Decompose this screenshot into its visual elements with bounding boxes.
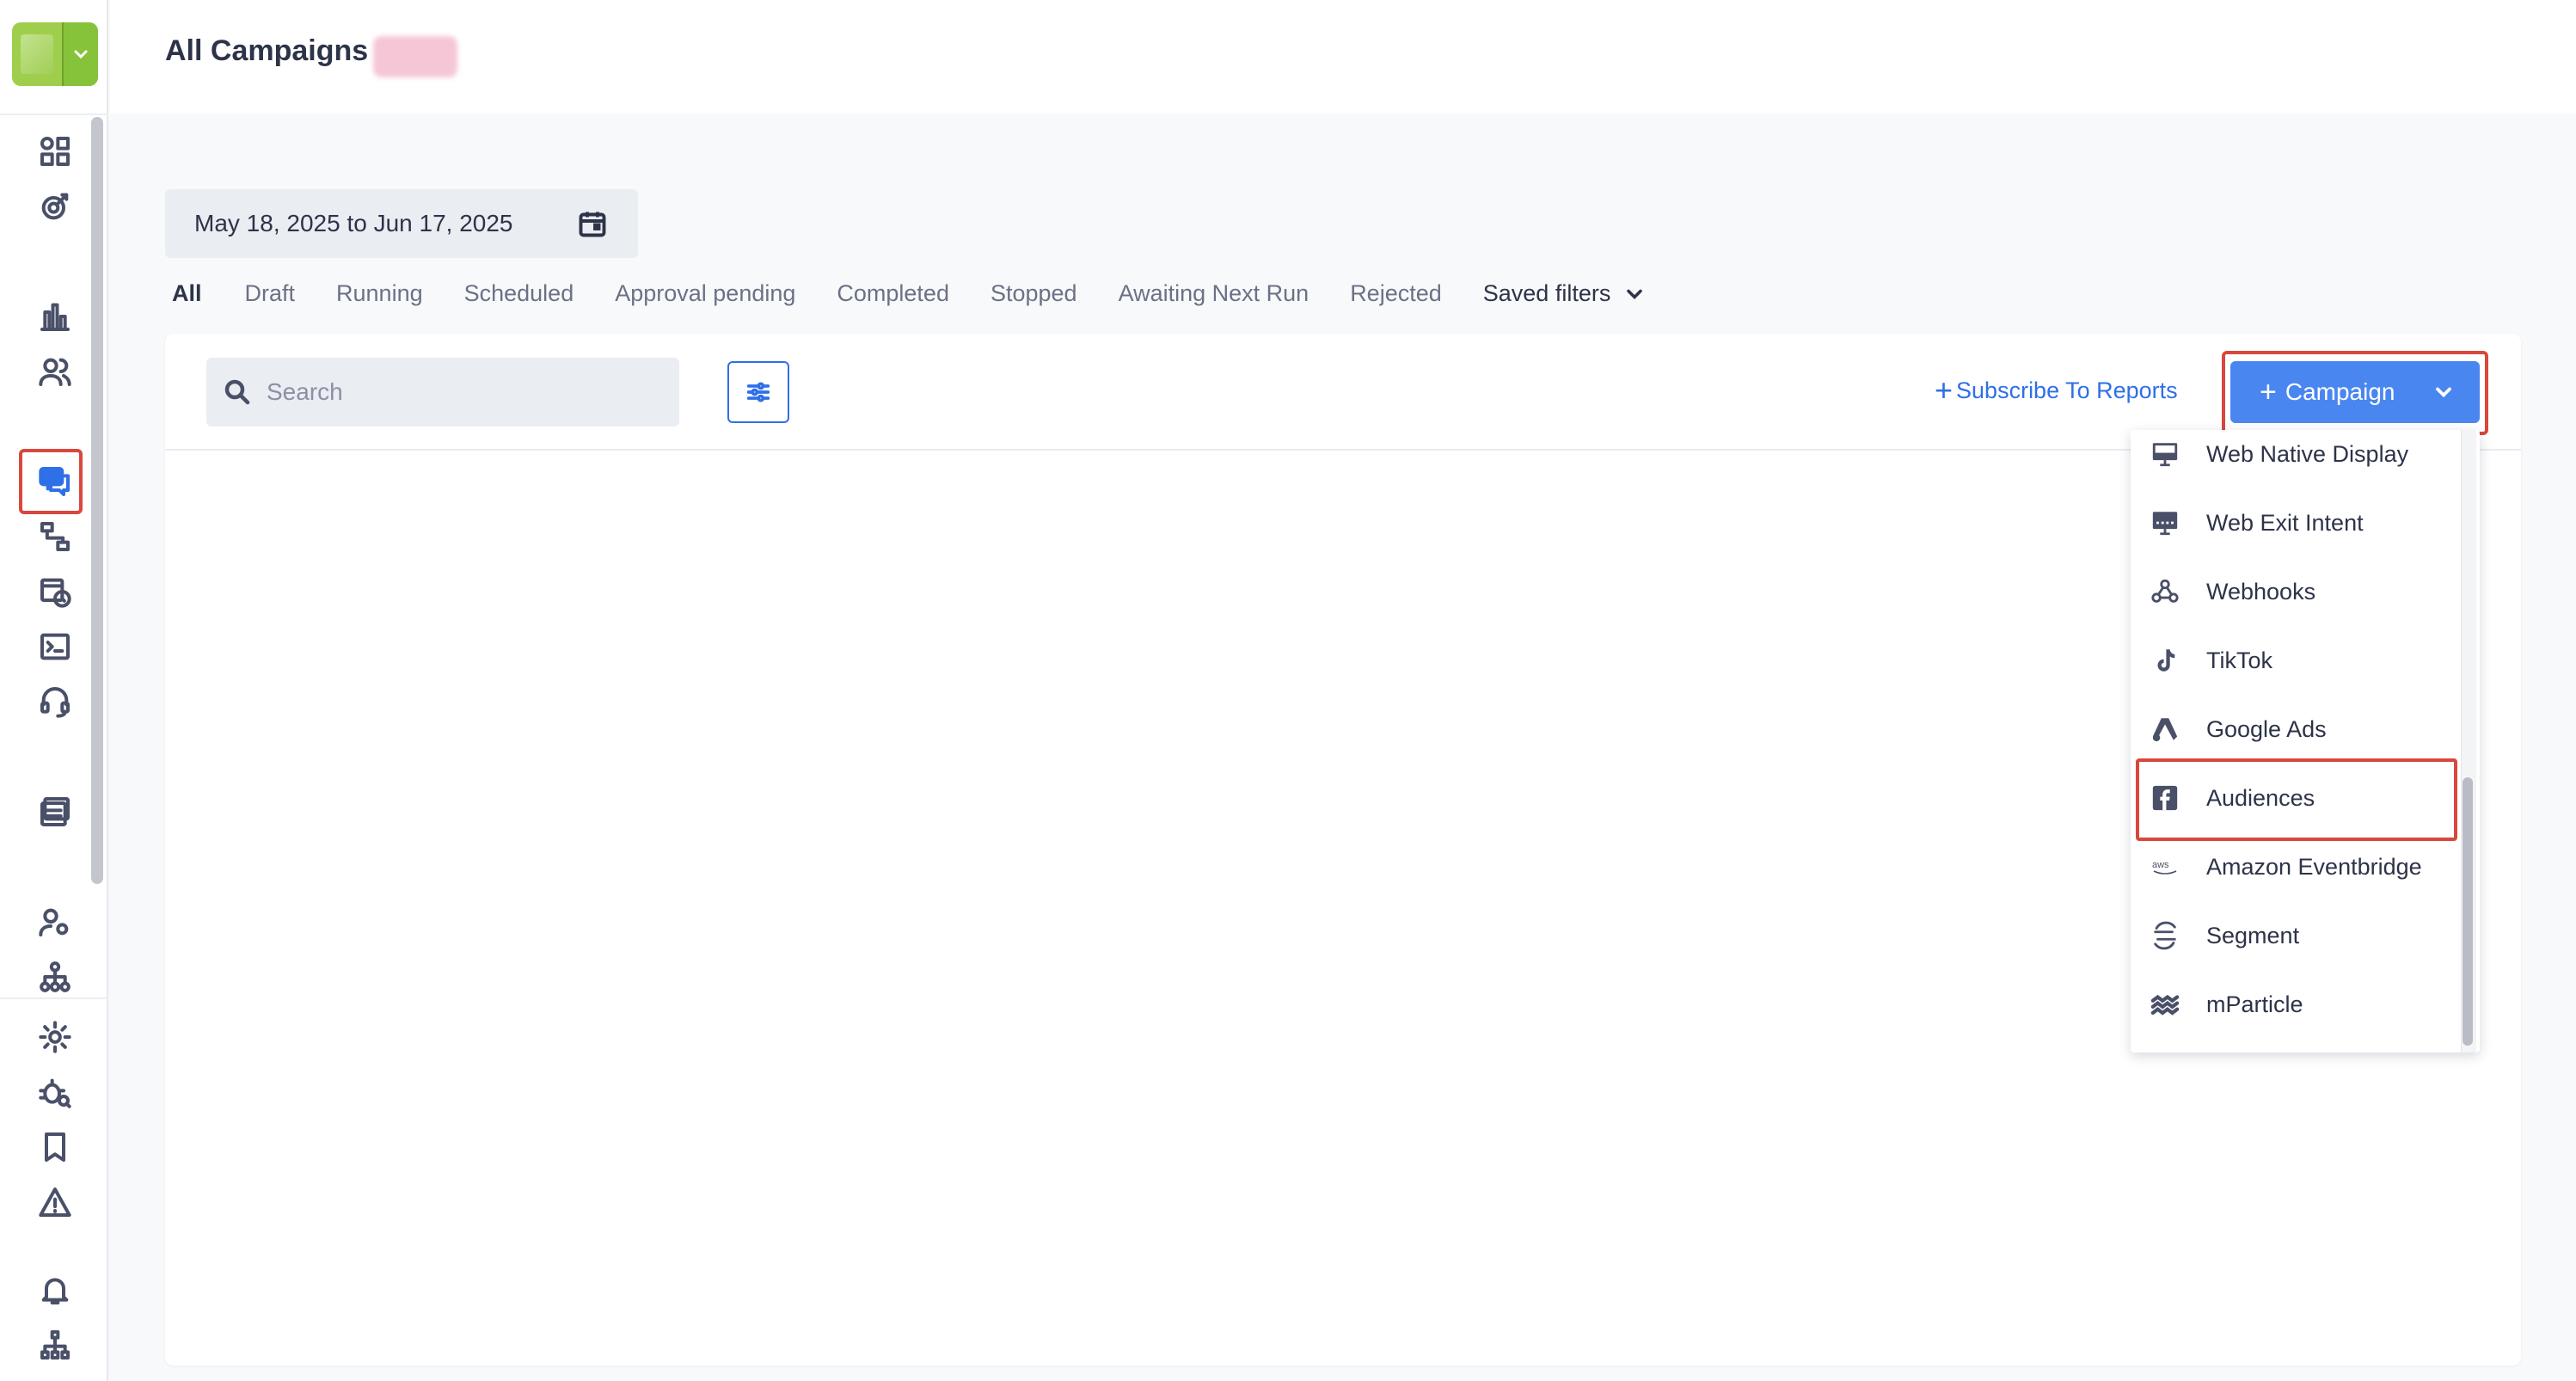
aws-icon: aws [2150,851,2180,882]
date-range-picker[interactable]: May 18, 2025 to Jun 17, 2025 [165,189,638,258]
page-header: All Campaigns [110,0,2576,114]
search-icon [222,377,253,408]
tab-scheduled[interactable]: Scheduled [464,280,574,307]
tab-completed[interactable]: Completed [837,280,949,307]
tab-stopped[interactable]: Stopped [991,280,1077,307]
tab-running[interactable]: Running [336,280,423,307]
campaigns-nav-highlight [19,449,83,514]
campaign-type-menu: Web Native Display Web Exit Intent Webho… [2131,430,2480,1053]
aws-logo-text: aws [2152,860,2169,870]
user-settings-icon[interactable] [34,901,76,942]
subscribe-to-reports-link[interactable]: + Subscribe To Reports [1935,375,2178,406]
analytics-icon[interactable] [34,296,76,337]
filter-button[interactable] [727,361,789,423]
sliders-icon [746,382,770,402]
mparticle-icon [2150,989,2180,1020]
menu-item-web-exit-intent[interactable]: Web Exit Intent [2131,488,2457,557]
bell-icon[interactable] [34,1269,76,1310]
tab-rejected[interactable]: Rejected [1350,280,1442,307]
users-icon[interactable] [34,351,76,392]
menu-item-label: Web Exit Intent [2206,509,2364,536]
sidebar [0,0,108,1381]
menu-item-label: TikTok [2206,647,2273,673]
flows-icon[interactable] [34,516,76,557]
menu-item-mparticle[interactable]: mParticle [2131,970,2457,1039]
bookmark-icon[interactable] [34,1126,76,1168]
monitor-icon [2150,439,2180,470]
menu-item-webhooks[interactable]: Webhooks [2131,557,2457,626]
campaign-count-badge [373,36,457,77]
plus-icon: + [1935,372,1953,408]
menu-item-amazon-eventbridge[interactable]: aws Amazon Eventbridge [2131,832,2457,901]
templates-icon[interactable] [34,791,76,832]
tab-awaiting-next-run[interactable]: Awaiting Next Run [1119,280,1309,307]
date-range-value: May 18, 2025 to Jun 17, 2025 [194,210,513,236]
workspace-switcher[interactable] [12,22,98,86]
saved-filters-label: Saved filters [1482,280,1611,306]
menu-scrollbar-thumb[interactable] [2463,777,2473,1046]
tiktok-icon [2150,645,2180,676]
search-placeholder: Search [267,378,343,405]
segment-icon [2150,920,2180,951]
tab-approval-pending[interactable]: Approval pending [615,280,795,307]
menu-item-label: Google Ads [2206,715,2327,742]
search-input[interactable]: Search [206,358,679,427]
menu-item-tiktok[interactable]: TikTok [2131,626,2457,695]
segments-icon[interactable] [34,186,76,227]
menu-item-label: Web Native Display [2206,440,2409,467]
org-chart-icon[interactable] [34,1324,76,1366]
calendar-icon[interactable] [576,208,609,239]
tab-all[interactable]: All [172,280,202,307]
menu-item-label: mParticle [2206,991,2303,1017]
campaign-button-highlight [2222,351,2488,435]
subscribe-label: Subscribe To Reports [1956,377,2178,403]
warning-icon[interactable] [34,1182,76,1223]
audiences-highlight [2136,758,2457,841]
menu-item-google-ads[interactable]: Google Ads [2131,695,2457,764]
sidebar-divider [0,997,108,999]
page-title: All Campaigns [165,34,369,67]
support-icon[interactable] [34,681,76,722]
menu-item-label: Segment [2206,922,2300,948]
status-tabs: All Draft Running Scheduled Approval pen… [172,280,1688,307]
sidebar-scrollbar[interactable] [91,117,103,884]
content-icon[interactable] [34,626,76,667]
menu-item-label: Amazon Eventbridge [2206,853,2422,880]
workspace-logo [12,22,62,86]
webhooks-icon [2150,576,2180,607]
exit-intent-icon [2150,507,2180,538]
menu-item-segment[interactable]: Segment [2131,901,2457,970]
sidebar-divider [0,114,108,115]
chevron-down-icon [1627,289,1643,299]
chevron-down-icon[interactable] [62,22,98,86]
schedule-icon[interactable] [34,571,76,612]
gear-icon[interactable] [34,1016,76,1058]
menu-item-web-native-display[interactable]: Web Native Display [2131,430,2457,488]
integrations-icon[interactable] [34,956,76,997]
dashboard-icon[interactable] [34,131,76,172]
google-ads-icon [2150,714,2180,745]
saved-filters-dropdown[interactable]: Saved filters [1483,280,1647,307]
menu-item-label: Webhooks [2206,578,2316,605]
debug-icon[interactable] [34,1071,76,1113]
tab-draft[interactable]: Draft [245,280,296,307]
